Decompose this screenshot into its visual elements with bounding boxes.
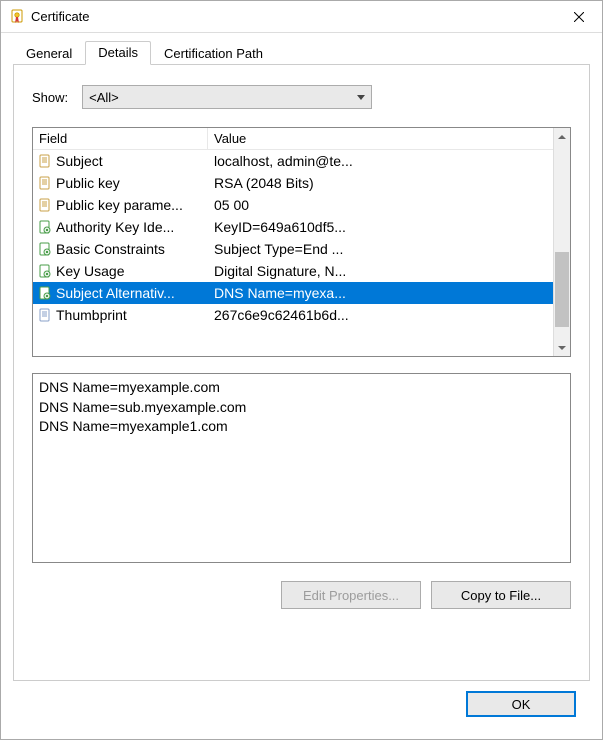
list-rows: Subject localhost, admin@te... Public key R… — [33, 150, 553, 356]
chevron-down-icon — [558, 346, 566, 350]
field-name: Basic Constraints — [56, 241, 165, 257]
tab-general[interactable]: General — [13, 42, 85, 65]
field-name: Thumbprint — [56, 307, 127, 323]
titlebar: Certificate — [1, 1, 602, 33]
button-row: Edit Properties... Copy to File... — [32, 581, 571, 609]
list-row[interactable]: Public key RSA (2048 Bits) — [33, 172, 553, 194]
field-icon — [37, 153, 53, 169]
field-name: Public key — [56, 175, 120, 191]
scrollbar[interactable] — [553, 128, 570, 356]
detail-panel[interactable]: DNS Name=myexample.com DNS Name=sub.myex… — [32, 373, 571, 563]
field-value: KeyID=649a610df5... — [208, 219, 553, 235]
list-row[interactable]: Subject localhost, admin@te... — [33, 150, 553, 172]
close-button[interactable] — [556, 1, 602, 33]
list-header: Field Value — [33, 128, 553, 150]
field-value: 05 00 — [208, 197, 553, 213]
field-value: localhost, admin@te... — [208, 153, 553, 169]
field-name: Authority Key Ide... — [56, 219, 174, 235]
window-title: Certificate — [31, 9, 556, 24]
field-name: Key Usage — [56, 263, 124, 279]
field-list: Field Value Subject localhost, admin@te..… — [32, 127, 571, 357]
field-icon — [37, 219, 53, 235]
field-icon — [37, 285, 53, 301]
tab-certification-path[interactable]: Certification Path — [151, 42, 276, 65]
column-header-field[interactable]: Field — [33, 128, 208, 149]
field-icon — [37, 175, 53, 191]
field-icon — [37, 307, 53, 323]
field-value: Digital Signature, N... — [208, 263, 553, 279]
chevron-up-icon — [558, 135, 566, 139]
list-row[interactable]: Public key parame... 05 00 — [33, 194, 553, 216]
field-name: Subject Alternativ... — [56, 285, 175, 301]
list-row[interactable]: Authority Key Ide... KeyID=649a610df5... — [33, 216, 553, 238]
close-icon — [574, 12, 584, 22]
field-name: Public key parame... — [56, 197, 183, 213]
show-label: Show: — [32, 90, 68, 105]
footer: OK — [13, 681, 590, 729]
field-icon — [37, 241, 53, 257]
field-name: Subject — [56, 153, 103, 169]
dialog-body: General Details Certification Path Show:… — [1, 33, 602, 739]
ok-button[interactable]: OK — [466, 691, 576, 717]
copy-to-file-button[interactable]: Copy to File... — [431, 581, 571, 609]
certificate-dialog: Certificate General Details Certificatio… — [0, 0, 603, 740]
tabpage-details: Show: <All> Field Value Subject localhost… — [13, 65, 590, 681]
show-dropdown-value: <All> — [89, 90, 357, 105]
field-value: Subject Type=End ... — [208, 241, 553, 257]
field-icon — [37, 197, 53, 213]
scroll-thumb[interactable] — [555, 252, 569, 328]
list-row[interactable]: Basic Constraints Subject Type=End ... — [33, 238, 553, 260]
scroll-up-button[interactable] — [554, 128, 570, 145]
chevron-down-icon — [357, 95, 365, 100]
tab-details[interactable]: Details — [85, 41, 151, 65]
list-row[interactable]: Thumbprint 267c6e9c62461b6d... — [33, 304, 553, 326]
tabstrip: General Details Certification Path — [13, 41, 590, 65]
list-row[interactable]: Subject Alternativ... DNS Name=myexa... — [33, 282, 553, 304]
scroll-down-button[interactable] — [554, 339, 570, 356]
scroll-track[interactable] — [554, 145, 570, 339]
column-header-value[interactable]: Value — [208, 128, 553, 149]
field-value: 267c6e9c62461b6d... — [208, 307, 553, 323]
field-icon — [37, 263, 53, 279]
field-value: DNS Name=myexa... — [208, 285, 553, 301]
list-row[interactable]: Key Usage Digital Signature, N... — [33, 260, 553, 282]
show-row: Show: <All> — [32, 85, 571, 109]
certificate-icon — [9, 9, 25, 25]
edit-properties-button: Edit Properties... — [281, 581, 421, 609]
show-dropdown[interactable]: <All> — [82, 85, 372, 109]
field-value: RSA (2048 Bits) — [208, 175, 553, 191]
